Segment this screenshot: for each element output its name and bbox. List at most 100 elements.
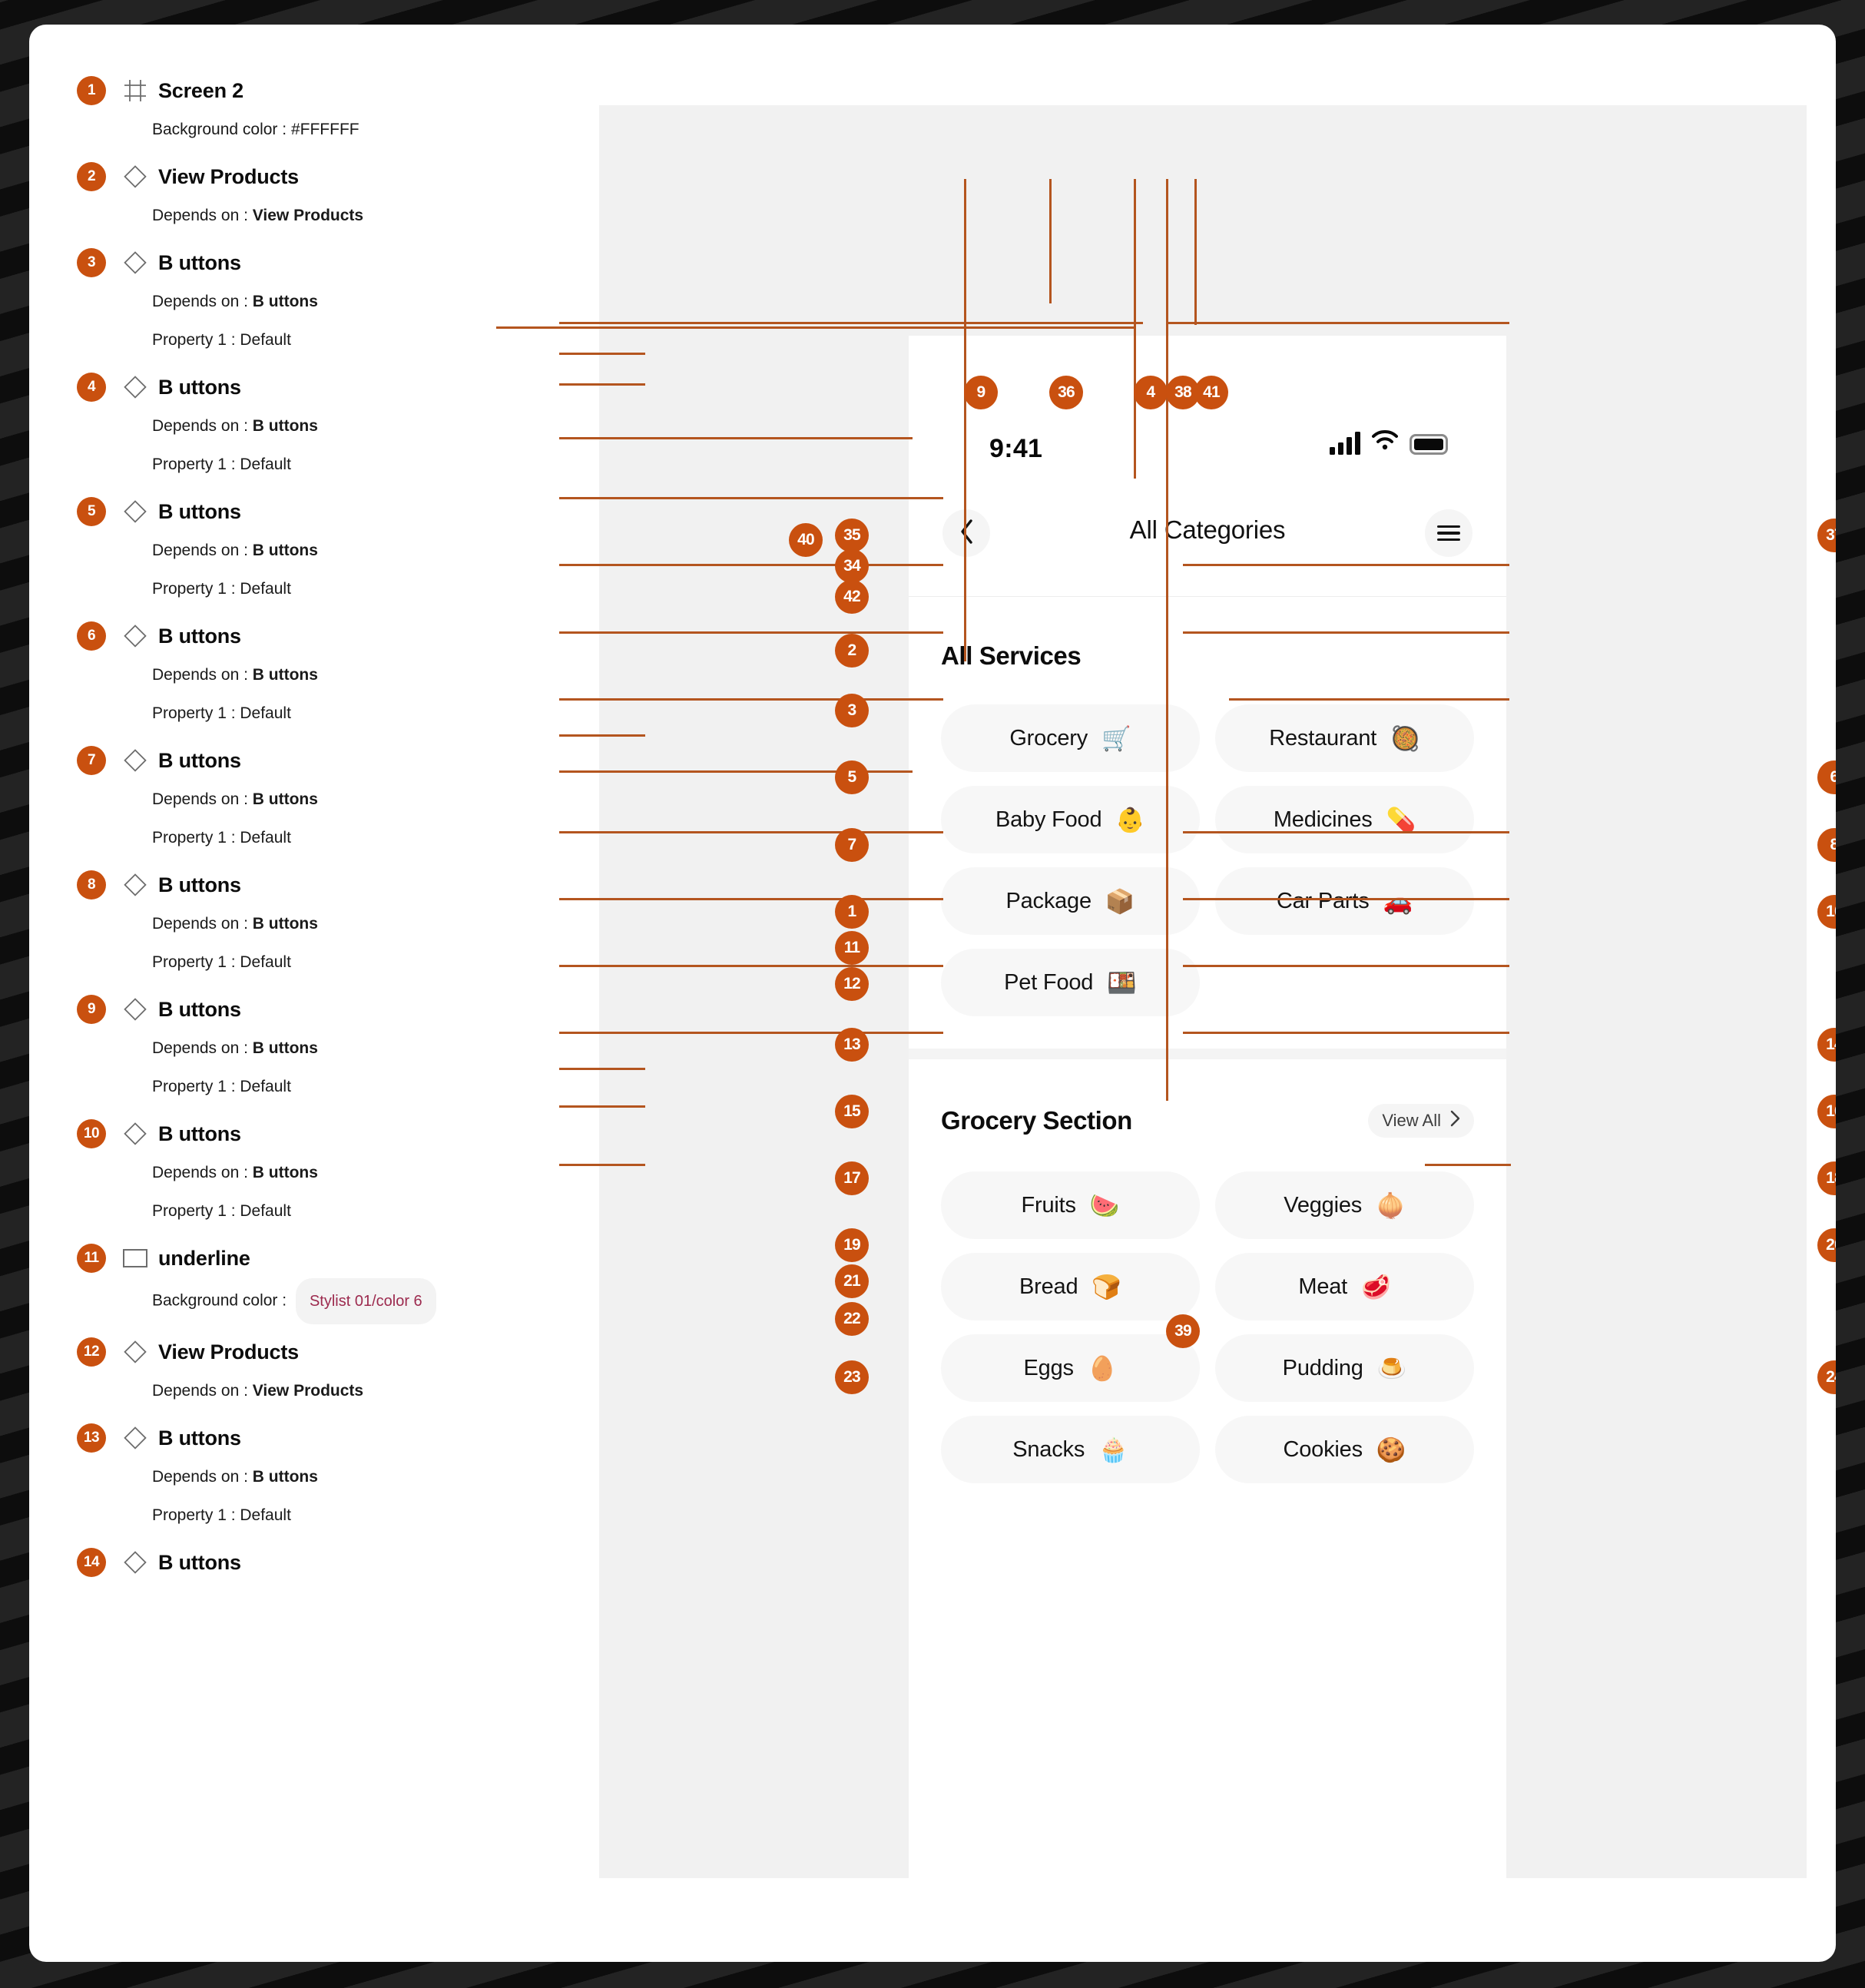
category-pill[interactable]: Snacks 🧁 <box>941 1416 1200 1483</box>
component-icon <box>118 995 152 1024</box>
annotation-marker[interactable]: 34 <box>835 549 869 583</box>
category-pill[interactable]: Restaurant 🥘 <box>1215 704 1474 772</box>
spec-property-label: Background color : <box>152 121 287 138</box>
annotation-marker[interactable]: 8 <box>1817 828 1836 862</box>
annotation-marker[interactable]: 17 <box>835 1161 869 1195</box>
design-spec-card: 1 Screen 2 Background color : #FFFFFF 2 View… <box>29 25 1836 1962</box>
annotation-marker[interactable]: 42 <box>835 580 869 614</box>
category-pill[interactable]: Fruits 🍉 <box>941 1171 1200 1239</box>
spec-item[interactable]: 1 Screen 2 Background color : #FFFFFF <box>77 71 553 149</box>
annotation-marker[interactable]: 10 <box>1817 895 1836 929</box>
leader-line <box>559 965 943 967</box>
spec-item-property: Depends on : B uttons <box>152 283 553 321</box>
view-all-button[interactable]: View All <box>1368 1104 1474 1138</box>
annotation-marker[interactable]: 23 <box>835 1360 869 1394</box>
spec-item-header: 5 B uttons <box>77 492 553 532</box>
category-pill[interactable]: Eggs 🥚 <box>941 1334 1200 1402</box>
spec-item-header: 7 B uttons <box>77 741 553 780</box>
spec-item-header: 6 B uttons <box>77 616 553 656</box>
category-pill[interactable]: Medicines 💊 <box>1215 786 1474 853</box>
annotation-marker[interactable]: 15 <box>835 1095 869 1128</box>
spec-item[interactable]: 6B uttons Depends on : B uttons Property 1… <box>77 616 553 733</box>
spec-item-header: 14 B uttons <box>77 1542 553 1582</box>
annotation-marker[interactable]: 5 <box>835 760 869 794</box>
design-canvas: 9364384140353734422356781101112131415161… <box>496 105 1836 1922</box>
leader-line <box>559 353 645 355</box>
component-icon <box>118 870 152 900</box>
component-icon <box>118 1423 152 1453</box>
annotation-marker[interactable]: 19 <box>835 1228 869 1262</box>
spec-property-value: View Products <box>252 207 364 224</box>
menu-button[interactable] <box>1425 509 1472 557</box>
category-pill-label: Baby Food <box>995 807 1102 832</box>
category-pill[interactable]: Bread 🍞 <box>941 1253 1200 1320</box>
annotation-marker[interactable]: 7 <box>835 828 869 862</box>
annotation-marker[interactable]: 3 <box>835 694 869 727</box>
category-pill[interactable]: Baby Food 👶 <box>941 786 1200 853</box>
spec-item[interactable]: 14 B uttons <box>77 1542 553 1582</box>
spec-item[interactable]: 2 View Products Depends on : View Products <box>77 157 553 235</box>
annotation-marker[interactable]: 11 <box>835 931 869 965</box>
annotation-marker[interactable]: 40 <box>789 523 823 557</box>
spec-item[interactable]: 11 underline Background color : Stylist 01… <box>77 1238 553 1324</box>
spec-property-label: Depends on : <box>152 542 248 559</box>
rectangle-icon <box>118 1244 152 1273</box>
spec-item[interactable]: 4B uttons Depends on : B uttons Property 1… <box>77 367 553 484</box>
spec-item[interactable]: 7B uttons Depends on : B uttons Property 1… <box>77 741 553 857</box>
category-pill[interactable]: Car Parts 🚗 <box>1215 867 1474 935</box>
all-services-grid: Grocery 🛒 Restaurant 🥘 Baby Food 👶 Medicines 💊 P… <box>909 704 1506 1016</box>
annotation-marker[interactable]: 14 <box>1817 1028 1836 1062</box>
spec-item-variant: Property 1 : Default <box>152 1078 291 1095</box>
annotation-marker[interactable]: 37 <box>1817 519 1836 552</box>
annotation-marker[interactable]: 13 <box>835 1028 869 1062</box>
annotation-marker[interactable]: 2 <box>835 634 869 668</box>
spec-item-badge: 11 <box>77 1244 106 1273</box>
cupcake-emoji: 🧁 <box>1098 1436 1128 1463</box>
annotation-marker[interactable]: 1 <box>835 895 869 929</box>
category-pill[interactable]: Cookies 🍪 <box>1215 1416 1474 1483</box>
category-pill[interactable]: Pet Food 🍱 <box>941 949 1200 1016</box>
spec-item[interactable]: 9B uttons Depends on : B uttons Property 1… <box>77 989 553 1106</box>
annotation-marker[interactable]: 24 <box>1817 1360 1836 1394</box>
spec-item-badge: 3 <box>77 248 106 277</box>
baby-emoji: 👶 <box>1115 806 1146 833</box>
category-pill[interactable]: Grocery 🛒 <box>941 704 1200 772</box>
annotation-marker[interactable]: 22 <box>835 1302 869 1336</box>
leader-line <box>559 631 943 634</box>
status-bar-time: 9:41 <box>989 434 1043 463</box>
spec-item-title: underline <box>158 1246 250 1270</box>
hamburger-menu-icon <box>1437 522 1460 545</box>
annotation-marker[interactable]: 35 <box>835 519 869 552</box>
category-pill[interactable]: Pudding 🍮 <box>1215 1334 1474 1402</box>
spec-item-badge: 8 <box>77 870 106 900</box>
spec-item-variant: Property 1 : Default <box>152 331 291 349</box>
spec-item-header: 9 B uttons <box>77 989 553 1029</box>
spec-item[interactable]: 13 B uttons Depends on : B uttons Property … <box>77 1418 553 1535</box>
spec-item[interactable]: 8B uttons Depends on : B uttons Property 1… <box>77 865 553 982</box>
spec-item-header: 8 B uttons <box>77 865 553 905</box>
style-token-chip[interactable]: Stylist 01/color 6 <box>295 1278 436 1324</box>
annotation-marker[interactable]: 18 <box>1817 1161 1836 1195</box>
annotation-marker[interactable]: 12 <box>835 967 869 1001</box>
spec-item[interactable]: 3 B uttons Depends on : B uttons Property 1… <box>77 243 553 359</box>
frame-icon <box>118 76 152 105</box>
category-pill-label: Fruits <box>1021 1192 1077 1218</box>
spec-item[interactable]: 5B uttons Depends on : B uttons Property 1… <box>77 492 553 608</box>
grocery-section-grid: Fruits 🍉 Veggies 🧅 Bread 🍞 Meat 🥩 Eggs 🥚 Pudding 🍮 S… <box>909 1171 1506 1483</box>
spec-property-value: B uttons <box>252 293 318 310</box>
category-pill-label: Medicines <box>1273 807 1373 832</box>
category-pill[interactable]: Package 📦 <box>941 867 1200 935</box>
spec-item-title: B uttons <box>158 1550 241 1574</box>
spec-item[interactable]: 10 B uttons Depends on : B uttons Property … <box>77 1114 553 1231</box>
spec-item-title: B uttons <box>158 624 241 648</box>
screenshot-root: 1 Screen 2 Background color : #FFFFFF 2 View… <box>0 0 1865 1988</box>
annotation-marker[interactable]: 21 <box>835 1264 869 1298</box>
pudding-emoji: 🍮 <box>1376 1354 1407 1382</box>
annotation-marker[interactable]: 20 <box>1817 1228 1836 1262</box>
category-pill[interactable]: Meat 🥩 <box>1215 1253 1474 1320</box>
category-pill-label: Package <box>1005 888 1092 913</box>
annotation-marker[interactable]: 16 <box>1817 1095 1836 1128</box>
spec-item[interactable]: 12 View Products Depends on : View Product… <box>77 1332 553 1410</box>
category-pill[interactable]: Veggies 🧅 <box>1215 1171 1474 1239</box>
annotation-marker[interactable]: 6 <box>1817 760 1836 794</box>
